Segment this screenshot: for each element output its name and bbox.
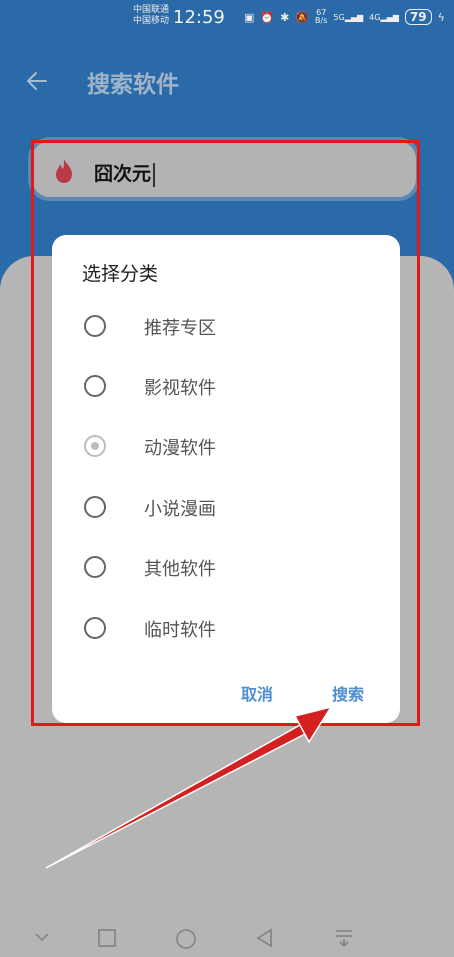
network-speed: 67 B/s [315,9,327,25]
notification-pulldown-icon[interactable] [334,928,354,948]
highlight-frame [31,140,420,726]
status-icons: ▣ ⏰ ✱ 🔕 67 B/s 5G▂▄▆ 4G▂▄▆ 79 ϟ [244,9,445,25]
mute-icon: 🔕 [295,10,310,24]
hide-keyboard-icon[interactable] [33,928,51,946]
page-title: 搜索软件 [87,72,179,98]
carrier-info: 中国联通 中国移动 [133,5,169,27]
signal-4g-icon: 4G▂▄▆ [369,12,399,22]
carrier-1: 中国联通 [133,5,170,15]
signal-5g-label: 5G [333,12,345,22]
home-icon[interactable] [175,928,197,950]
speed-unit: B/s [315,16,328,25]
bluetooth-icon: ✱ [280,10,290,24]
status-time: 12:59 [173,7,225,28]
signal-4g-label: 4G [369,12,381,22]
app-bar: 搜索软件 [0,58,454,106]
battery-icon: 79 [404,9,432,25]
system-nav-bar [0,920,454,957]
alarm-icon: ⏰ [260,10,275,24]
carrier-2: 中国移动 [133,16,170,26]
charging-icon: ϟ [437,10,445,24]
back-icon[interactable] [255,928,275,948]
signal-5g-icon: 5G▂▄▆ [333,12,364,22]
status-bar: 中国联通 中国移动 12:59 ▣ ⏰ ✱ 🔕 67 B/s 5G▂▄▆ 4G▂… [0,0,454,36]
back-arrow-icon[interactable] [24,68,50,94]
nfc-icon: ▣ [244,10,255,24]
recents-icon[interactable] [97,928,117,948]
